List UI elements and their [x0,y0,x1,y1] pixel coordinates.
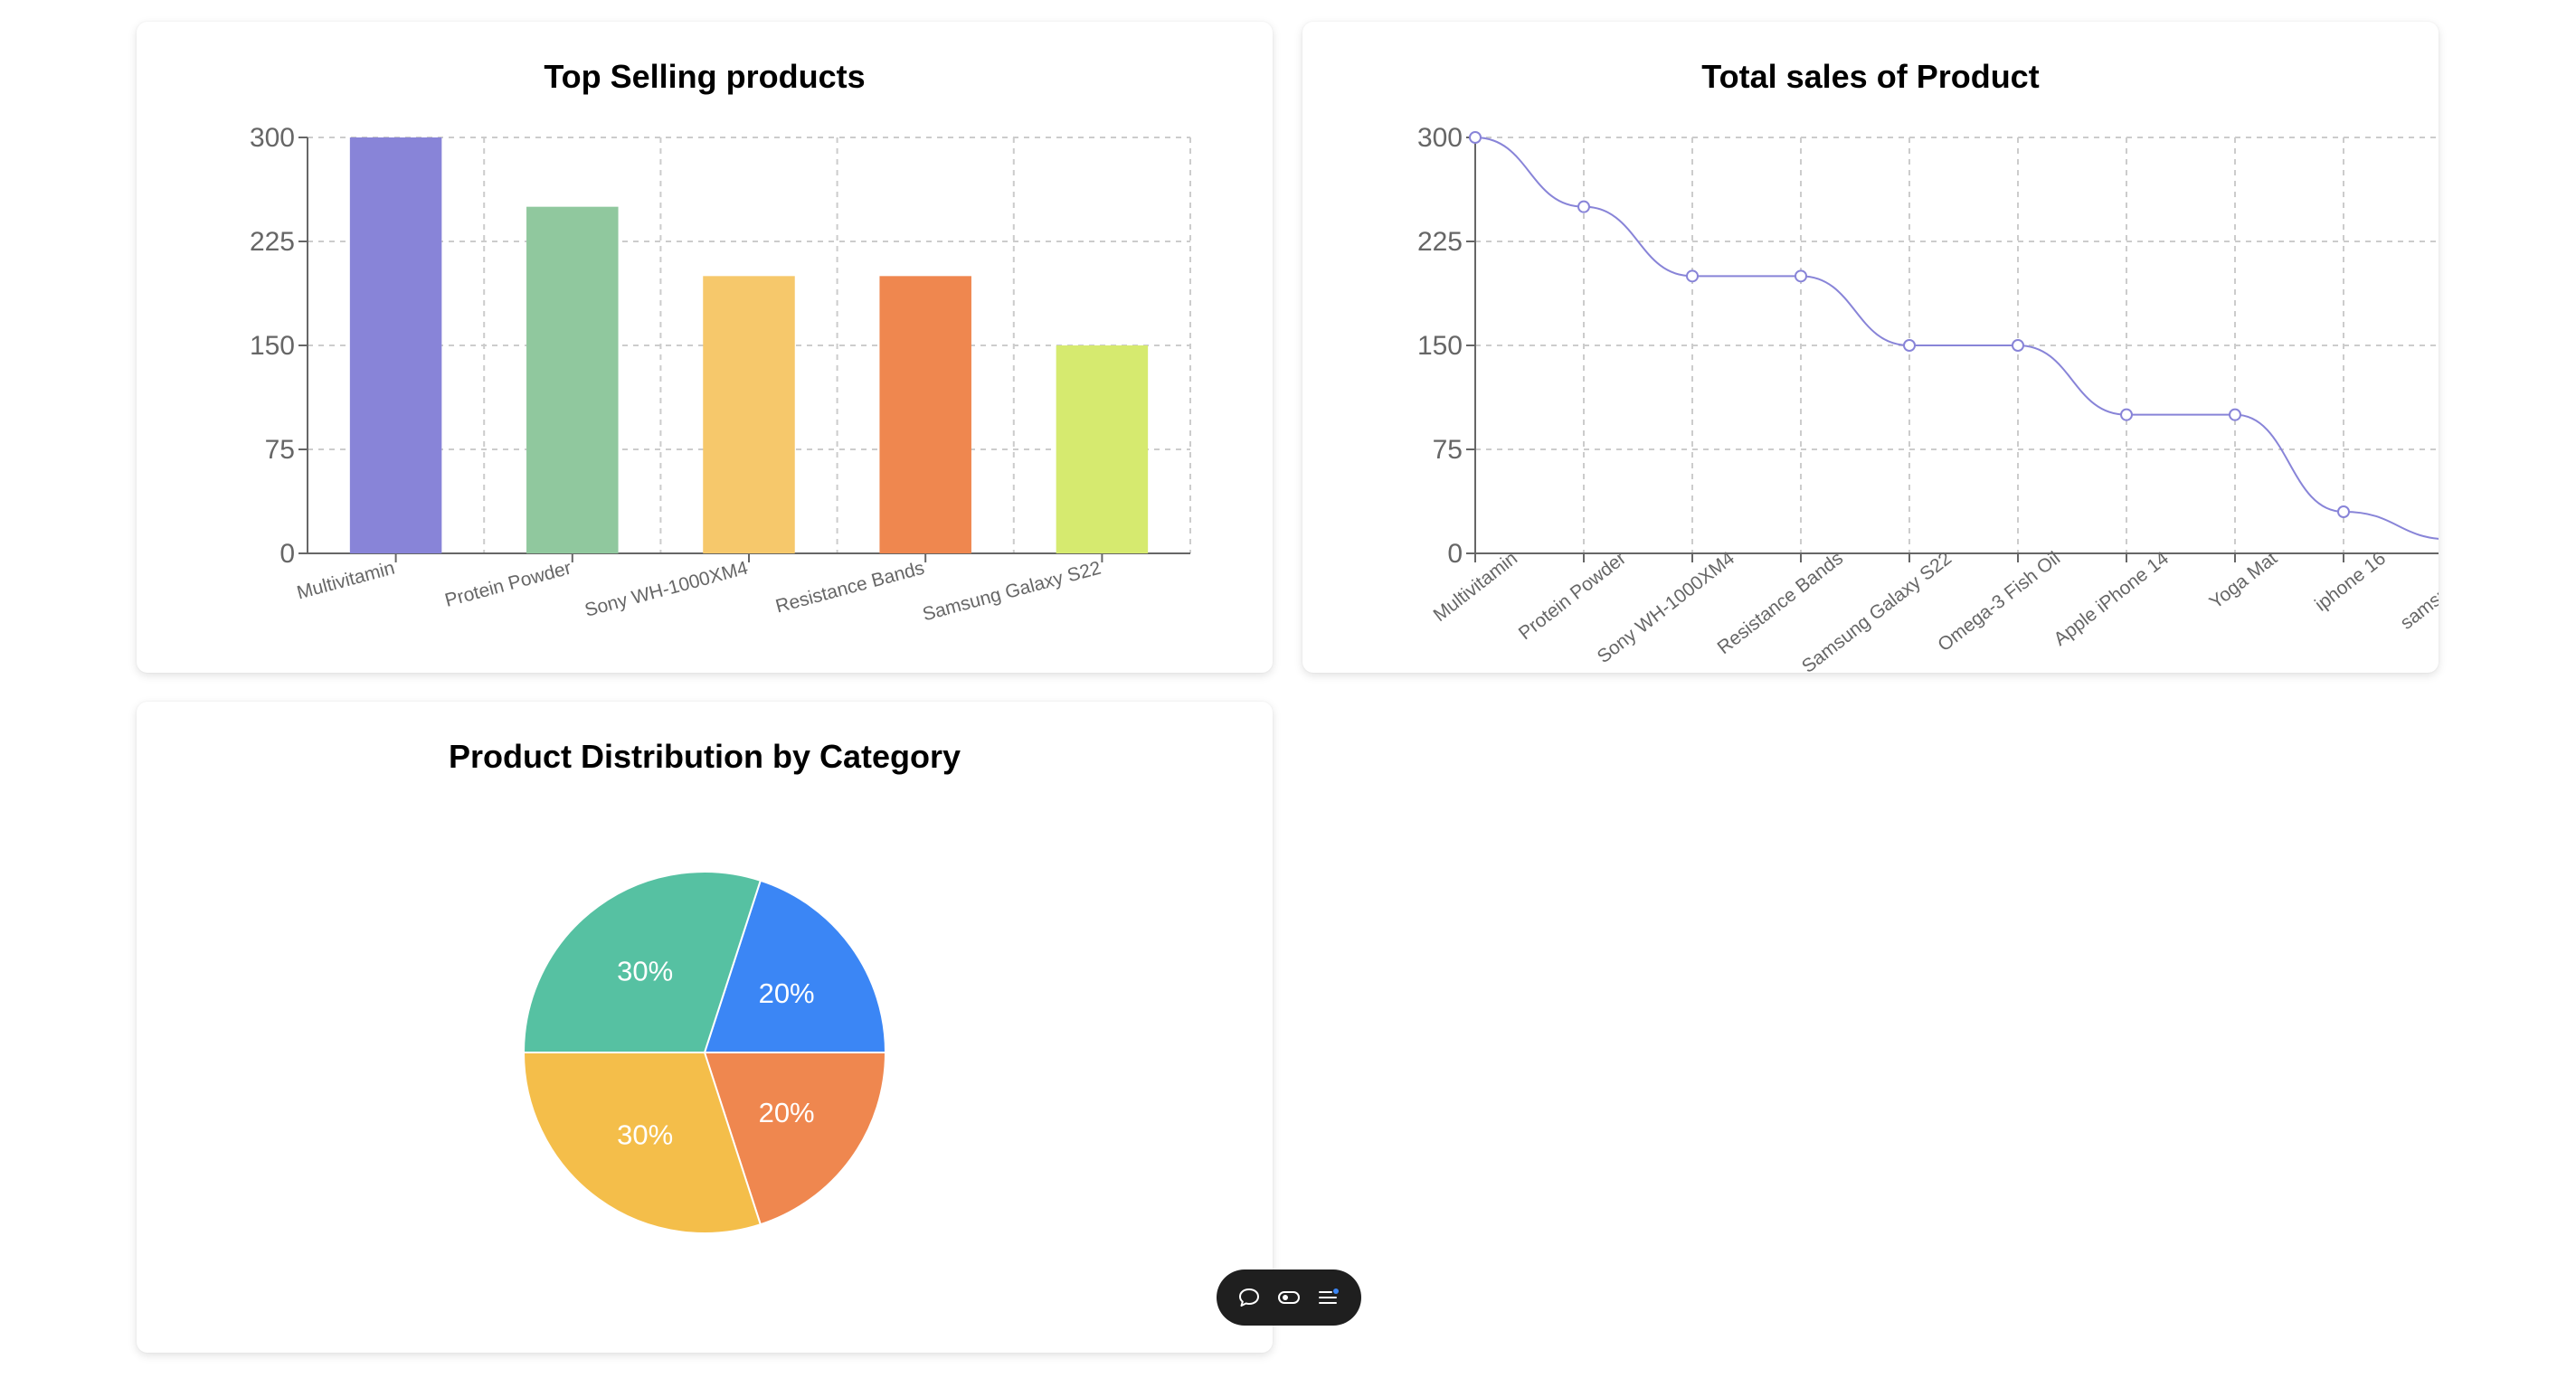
pie-slice-label: 20% [759,1097,815,1128]
bar [879,276,971,553]
bar [526,206,619,553]
data-point [2337,505,2350,518]
x-tick-label: samsung s23 [2396,548,2439,634]
pie-slice-label: 30% [617,1119,673,1151]
y-tick-label: 75 [1433,435,1463,465]
x-tick-label: iphone 16 [2311,548,2390,616]
data-point [1903,339,1916,352]
bar [349,137,442,553]
data-point [2229,408,2241,421]
top-selling-card: Top Selling products 0 75 150 225 300 Multivi… [137,22,1273,673]
x-tick-label: Apple iPhone 14 [2050,548,2173,650]
data-point [1577,200,1590,213]
y-tick-label: 75 [265,435,295,465]
pie-slice-label: 20% [759,977,815,1009]
data-point [2120,408,2133,421]
y-tick-label: 300 [250,123,295,153]
data-point [1795,269,1807,283]
y-tick-label: 150 [1417,331,1463,361]
x-tick-label: Protein Powder [1515,548,1630,645]
data-point [1686,269,1699,283]
data-point [2012,339,2024,352]
total-sales-card: Total sales of Product 0 75 150 225 300 Multi… [1302,22,2439,673]
bar [1056,345,1149,553]
toggle-button[interactable] [1273,1281,1305,1314]
data-point [1469,131,1482,144]
x-tick-label: Protein Powder [442,558,573,611]
bar [703,276,795,553]
x-tick-label: Multivitamin [295,558,397,604]
pie-chart: 20% 20% 30% 30% [522,871,887,1234]
comment-button[interactable] [1233,1281,1265,1314]
y-tick-label: 0 [1447,539,1463,569]
list-button[interactable] [1312,1281,1345,1314]
x-tick-label: Yoga Mat [2206,548,2282,613]
x-tick-label: Resistance Bands [773,558,926,618]
y-tick-label: 150 [250,331,295,361]
bar-chart: 0 75 150 225 300 Multivitamin Protein Powder So… [250,123,1191,626]
comment-icon [1239,1288,1259,1307]
x-tick-label: Samsung Galaxy S22 [921,558,1103,626]
y-tick-label: 300 [1417,123,1463,153]
line-chart: 075150225300MultivitaminProtein PowderSo… [1417,123,2439,673]
y-tick-label: 0 [279,539,295,569]
y-tick-label: 225 [1417,227,1463,257]
x-tick-label: Sony WH-1000XM4 [582,558,751,621]
floating-toolbar [1217,1269,1361,1326]
y-tick-label: 225 [250,227,295,257]
toggle-icon [1278,1291,1300,1304]
pie-slice-label: 30% [617,955,673,986]
list-icon [1319,1288,1339,1304]
series-line [1474,137,2439,540]
distribution-card: Product Distribution by Category 20% 20% 3… [137,702,1273,1353]
